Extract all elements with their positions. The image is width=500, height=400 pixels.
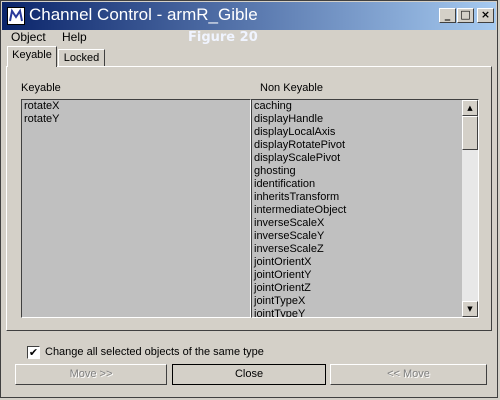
non-keyable-list-item[interactable]: caching [252,100,462,113]
non-keyable-list-item[interactable]: inverseScaleY [252,230,462,243]
non-keyable-list[interactable]: caching displayHandle displayLocalAxis disp… [251,99,479,318]
channel-control-window: Channel Control - armR_Gible _ □ × Objec… [0,0,498,398]
non-keyable-list-item[interactable]: jointOrientX [252,256,462,269]
tab-keyable[interactable]: Keyable [7,46,57,67]
non-keyable-list-item[interactable]: inheritsTransform [252,191,462,204]
non-keyable-list-item[interactable]: displayRotatePivot [252,139,462,152]
move-left-button[interactable]: << Move [330,364,487,385]
non-keyable-scrollbar[interactable]: ▲ ▼ [462,100,478,317]
close-button[interactable]: Close [172,364,326,385]
non-keyable-list-item[interactable]: jointTypeX [252,295,462,308]
tab-locked[interactable]: Locked [58,49,105,66]
non-keyable-list-item[interactable]: displayScalePivot [252,152,462,165]
non-keyable-list-item[interactable]: identification [252,178,462,191]
non-keyable-list-item[interactable]: intermediateObject [252,204,462,217]
change-all-checkbox[interactable]: ✔ [27,346,40,359]
window-title: Channel Control - armR_Gible [29,5,258,24]
non-keyable-list-item[interactable]: jointOrientZ [252,282,462,295]
move-right-button[interactable]: Move >> [15,364,167,385]
scroll-down-arrow-icon[interactable]: ▼ [462,301,478,317]
non-keyable-list-item[interactable]: displayLocalAxis [252,126,462,139]
app-icon[interactable] [7,7,25,25]
non-keyable-list-item[interactable]: jointOrientY [252,269,462,282]
keyable-column-header: Keyable [21,82,61,94]
non-keyable-list-item[interactable]: ghosting [252,165,462,178]
non-keyable-list-item[interactable]: jointTypeY [252,308,462,317]
scroll-up-arrow-icon[interactable]: ▲ [462,100,478,116]
figure-label: Figure 20 [188,30,258,45]
keyable-list-item[interactable]: rotateY [22,113,250,126]
non-keyable-column-header: Non Keyable [260,82,323,94]
keyable-list-item[interactable]: rotateX [22,100,250,113]
change-all-checkbox-label[interactable]: Change all selected objects of the same … [45,346,264,358]
menu-object[interactable]: Object [11,30,46,44]
non-keyable-list-item[interactable]: displayHandle [252,113,462,126]
close-window-button[interactable]: × [477,8,494,23]
non-keyable-list-item[interactable]: inverseScaleZ [252,243,462,256]
scrollbar-thumb[interactable] [462,116,478,150]
title-bar[interactable]: Channel Control - armR_Gible _ □ × [2,2,496,30]
minimize-button[interactable]: _ [439,8,456,23]
non-keyable-list-item[interactable]: inverseScaleX [252,217,462,230]
menu-help[interactable]: Help [62,30,87,44]
maximize-button[interactable]: □ [457,8,474,23]
keyable-list[interactable]: rotateX rotateY [21,99,251,318]
